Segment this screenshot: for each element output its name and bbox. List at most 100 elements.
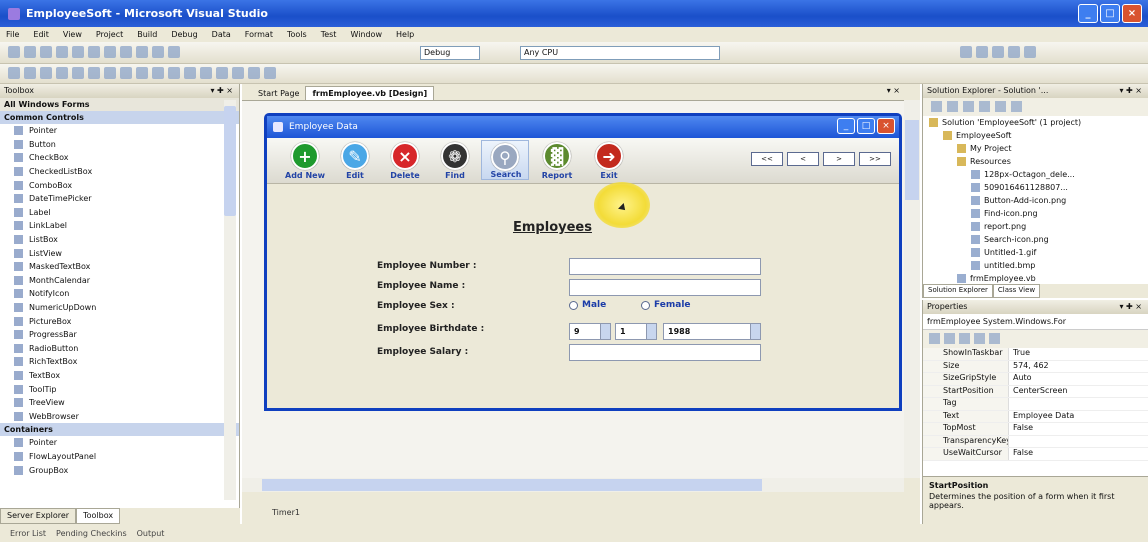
toolbox-item[interactable]: GroupBox [0, 463, 239, 477]
toolbox-item[interactable]: Button [0, 138, 239, 152]
tab-form-designer[interactable]: frmEmployee.vb [Design] [305, 86, 435, 100]
menu-view[interactable]: View [63, 30, 82, 39]
tab-error-list[interactable]: Error List [10, 529, 46, 538]
toolbox-item[interactable]: PictureBox [0, 314, 239, 328]
start-icon[interactable] [168, 46, 180, 58]
maximize-button[interactable]: □ [1100, 4, 1120, 23]
solution-tree-item[interactable]: untitled.bmp [923, 259, 1148, 272]
object-browser-icon[interactable] [1008, 46, 1020, 58]
properties-object-select[interactable]: frmEmployee System.Windows.For [923, 314, 1148, 330]
toolbox-item[interactable]: RadioButton [0, 342, 239, 356]
toolbox-group-common[interactable]: Common Controls [0, 111, 239, 124]
property-value[interactable] [1009, 436, 1013, 448]
menu-edit[interactable]: Edit [33, 30, 49, 39]
female-radio[interactable]: Female [641, 300, 691, 310]
add-item-icon[interactable] [24, 46, 36, 58]
tab-solution-explorer[interactable]: Solution Explorer [923, 284, 993, 298]
property-row[interactable]: TransparencyKey [923, 435, 1148, 448]
toolbox-item[interactable]: NumericUpDown [0, 301, 239, 315]
properties-view-icon[interactable] [959, 333, 970, 344]
menu-build[interactable]: Build [137, 30, 157, 39]
tab-output[interactable]: Output [137, 529, 165, 538]
birth-day-spinner[interactable]: 9 [569, 323, 611, 340]
align-right-icon[interactable] [40, 67, 52, 79]
send-back-icon[interactable] [248, 67, 260, 79]
toolbox-item[interactable]: RichTextBox [0, 355, 239, 369]
close-button[interactable]: × [1122, 4, 1142, 23]
solution-tree-item[interactable]: Find-icon.png [923, 207, 1148, 220]
paste-icon[interactable] [120, 46, 132, 58]
properties-icon[interactable] [931, 101, 942, 112]
search-button[interactable]: ⚲ Search [481, 140, 529, 180]
property-pages-icon[interactable] [989, 333, 1000, 344]
open-icon[interactable] [40, 46, 52, 58]
tab-pending-checkins[interactable]: Pending Checkins [56, 529, 127, 538]
property-row[interactable]: TopMost False [923, 423, 1148, 436]
property-row[interactable]: Size 574, 462 [923, 360, 1148, 373]
employee-name-input[interactable] [569, 279, 761, 296]
toolbox-item[interactable]: WebBrowser [0, 409, 239, 423]
grid-icon[interactable] [152, 67, 164, 79]
class-diagram-icon[interactable] [1011, 101, 1022, 112]
save-all-icon[interactable] [72, 46, 84, 58]
tab-server-explorer[interactable]: Server Explorer [0, 508, 77, 524]
tab-class-view[interactable]: Class View [992, 284, 1041, 298]
form-minimize-button[interactable]: _ [837, 118, 855, 134]
v-spacing-icon[interactable] [184, 67, 196, 79]
designer-hscroll[interactable] [242, 478, 904, 492]
refresh-icon[interactable] [963, 101, 974, 112]
center-v-icon[interactable] [216, 67, 228, 79]
spinner-arrows-icon[interactable] [600, 324, 610, 339]
exit-button[interactable]: ➜ Exit [585, 140, 633, 180]
configuration-select[interactable]: Debug [420, 46, 480, 60]
menu-project[interactable]: Project [96, 30, 123, 39]
close-document-icon[interactable]: ▾ × [887, 86, 900, 95]
birth-month-spinner[interactable]: 1 [615, 323, 657, 340]
show-all-files-icon[interactable] [947, 101, 958, 112]
solution-explorer-icon[interactable] [976, 46, 988, 58]
find-button[interactable]: ❁ Find [431, 140, 479, 180]
toolbox-group-all[interactable]: All Windows Forms [0, 98, 239, 111]
align-middle-icon[interactable] [72, 67, 84, 79]
cut-icon[interactable] [88, 46, 100, 58]
events-icon[interactable] [974, 333, 985, 344]
pane-controls-icon[interactable]: ▾ ✚ × [1119, 300, 1142, 314]
property-value[interactable]: False [1009, 423, 1033, 435]
toolbox-item[interactable]: FlowLayoutPanel [0, 450, 239, 464]
solution-tree-item[interactable]: Search-icon.png [923, 233, 1148, 246]
property-row[interactable]: Text Employee Data [923, 410, 1148, 423]
property-value[interactable]: False [1009, 448, 1033, 460]
solution-tree-item[interactable]: My Project [923, 142, 1148, 155]
find-icon[interactable] [960, 46, 972, 58]
toolbox-item[interactable]: MaskedTextBox [0, 260, 239, 274]
same-width-icon[interactable] [104, 67, 116, 79]
menu-test[interactable]: Test [321, 30, 337, 39]
male-radio[interactable]: Male [569, 300, 606, 310]
property-row[interactable]: UseWaitCursor False [923, 448, 1148, 461]
property-value[interactable]: Employee Data [1009, 411, 1074, 423]
view-designer-icon[interactable] [995, 101, 1006, 112]
menu-window[interactable]: Window [350, 30, 382, 39]
align-left-icon[interactable] [8, 67, 20, 79]
copy-icon[interactable] [104, 46, 116, 58]
save-icon[interactable] [56, 46, 68, 58]
same-height-icon[interactable] [120, 67, 132, 79]
toolbox-item[interactable]: ComboBox [0, 178, 239, 192]
menu-tools[interactable]: Tools [287, 30, 307, 39]
menu-data[interactable]: Data [212, 30, 231, 39]
employee-salary-input[interactable] [569, 344, 761, 361]
bring-front-icon[interactable] [232, 67, 244, 79]
solution-tree-item[interactable]: 128px-Octagon_dele... [923, 168, 1148, 181]
categorized-icon[interactable] [929, 333, 940, 344]
toolbox-item[interactable]: Pointer [0, 436, 239, 450]
solution-tree-item[interactable]: 509016461128807... [923, 181, 1148, 194]
tab-toolbox[interactable]: Toolbox [76, 508, 121, 524]
toolbox-item[interactable]: DateTimePicker [0, 192, 239, 206]
solution-tree-item[interactable]: Button-Add-icon.png [923, 194, 1148, 207]
delete-button[interactable]: × Delete [381, 140, 429, 180]
designer-vscroll[interactable] [904, 100, 920, 478]
toolbox-icon[interactable] [1024, 46, 1036, 58]
form-close-button[interactable]: × [877, 118, 895, 134]
toolbox-item[interactable]: CheckBox [0, 151, 239, 165]
solution-tree-item[interactable]: report.png [923, 220, 1148, 233]
